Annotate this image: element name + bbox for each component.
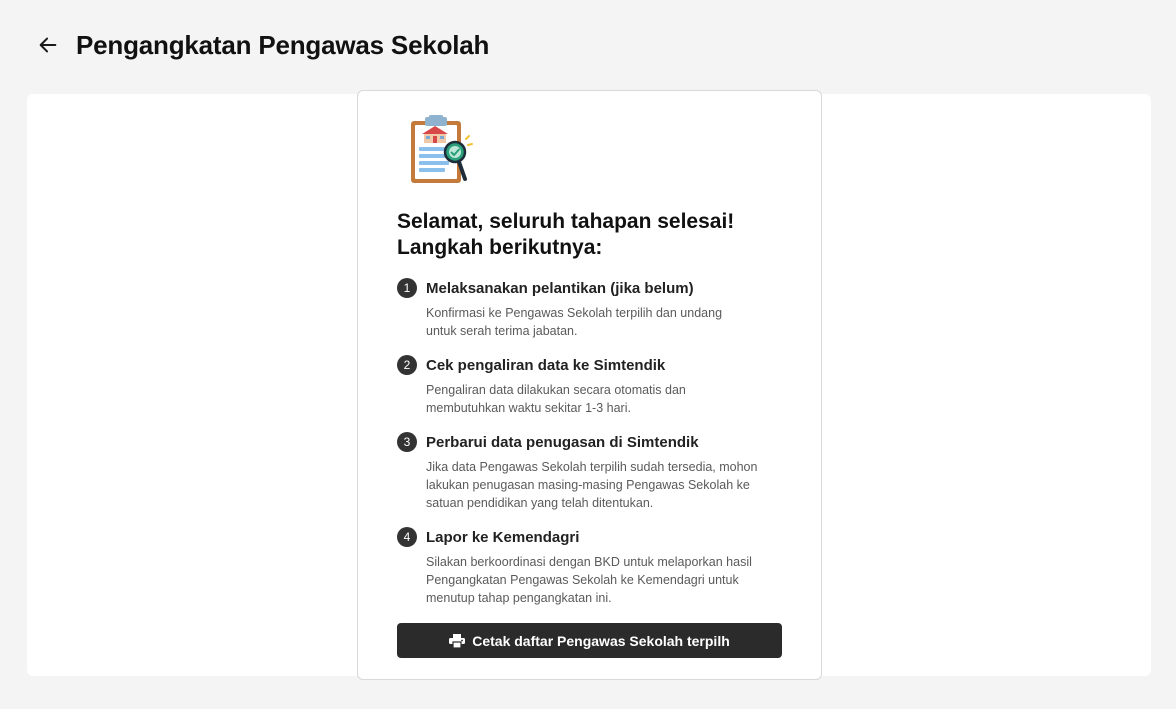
- step-header: 1 Melaksanakan pelantikan (jika belum): [397, 277, 782, 299]
- print-list-button[interactable]: Cetak daftar Pengawas Sekolah terpilh: [397, 623, 782, 658]
- step-description: Pengaliran data dilakukan secara otomati…: [426, 383, 686, 415]
- step-number-badge: 1: [397, 278, 417, 298]
- step-description: Silakan berkoordinasi dengan BKD untuk m…: [426, 555, 752, 605]
- step-item: 2 Cek pengaliran data ke Simtendik Penga…: [397, 354, 782, 417]
- page-header: Pengangkatan Pengawas Sekolah: [36, 28, 489, 62]
- heading-line-1: Selamat, seluruh tahapan selesai!: [397, 210, 735, 233]
- step-description: Jika data Pengawas Sekolah terpilih suda…: [426, 460, 758, 510]
- page-title: Pengangkatan Pengawas Sekolah: [76, 29, 490, 60]
- arrow-left-icon: [39, 37, 57, 53]
- step-number-badge: 2: [397, 355, 417, 375]
- heading-line-2: Langkah berikutnya:: [397, 236, 603, 259]
- step-number-badge: 3: [397, 432, 417, 452]
- step-header: 2 Cek pengaliran data ke Simtendik: [397, 354, 782, 376]
- step-header: 3 Perbarui data penugasan di Simtendik: [397, 431, 782, 453]
- step-title: Perbarui data penugasan di Simtendik: [426, 433, 699, 451]
- step-item: 1 Melaksanakan pelantikan (jika belum) K…: [397, 277, 782, 340]
- step-title: Melaksanakan pelantikan (jika belum): [426, 279, 694, 297]
- step-item: 3 Perbarui data penugasan di Simtendik J…: [397, 431, 782, 512]
- print-button-label: Cetak daftar Pengawas Sekolah terpilh: [472, 632, 730, 649]
- printer-icon: [449, 633, 466, 648]
- back-button[interactable]: [36, 33, 60, 57]
- step-description: Konfirmasi ke Pengawas Sekolah terpilih …: [426, 306, 723, 338]
- step-header: 4 Lapor ke Kemendagri: [397, 526, 782, 548]
- completion-card: Selamat, seluruh tahapan selesai! Langka…: [357, 90, 822, 680]
- step-item: 4 Lapor ke Kemendagri Silakan berkoordin…: [397, 526, 782, 607]
- clipboard-search-icon: [403, 115, 479, 191]
- step-number-badge: 4: [397, 527, 417, 547]
- completion-heading: Selamat, seluruh tahapan selesai! Langka…: [397, 209, 782, 261]
- step-title: Cek pengaliran data ke Simtendik: [426, 356, 666, 374]
- step-title: Lapor ke Kemendagri: [426, 528, 580, 546]
- steps-list: 1 Melaksanakan pelantikan (jika belum) K…: [397, 277, 782, 607]
